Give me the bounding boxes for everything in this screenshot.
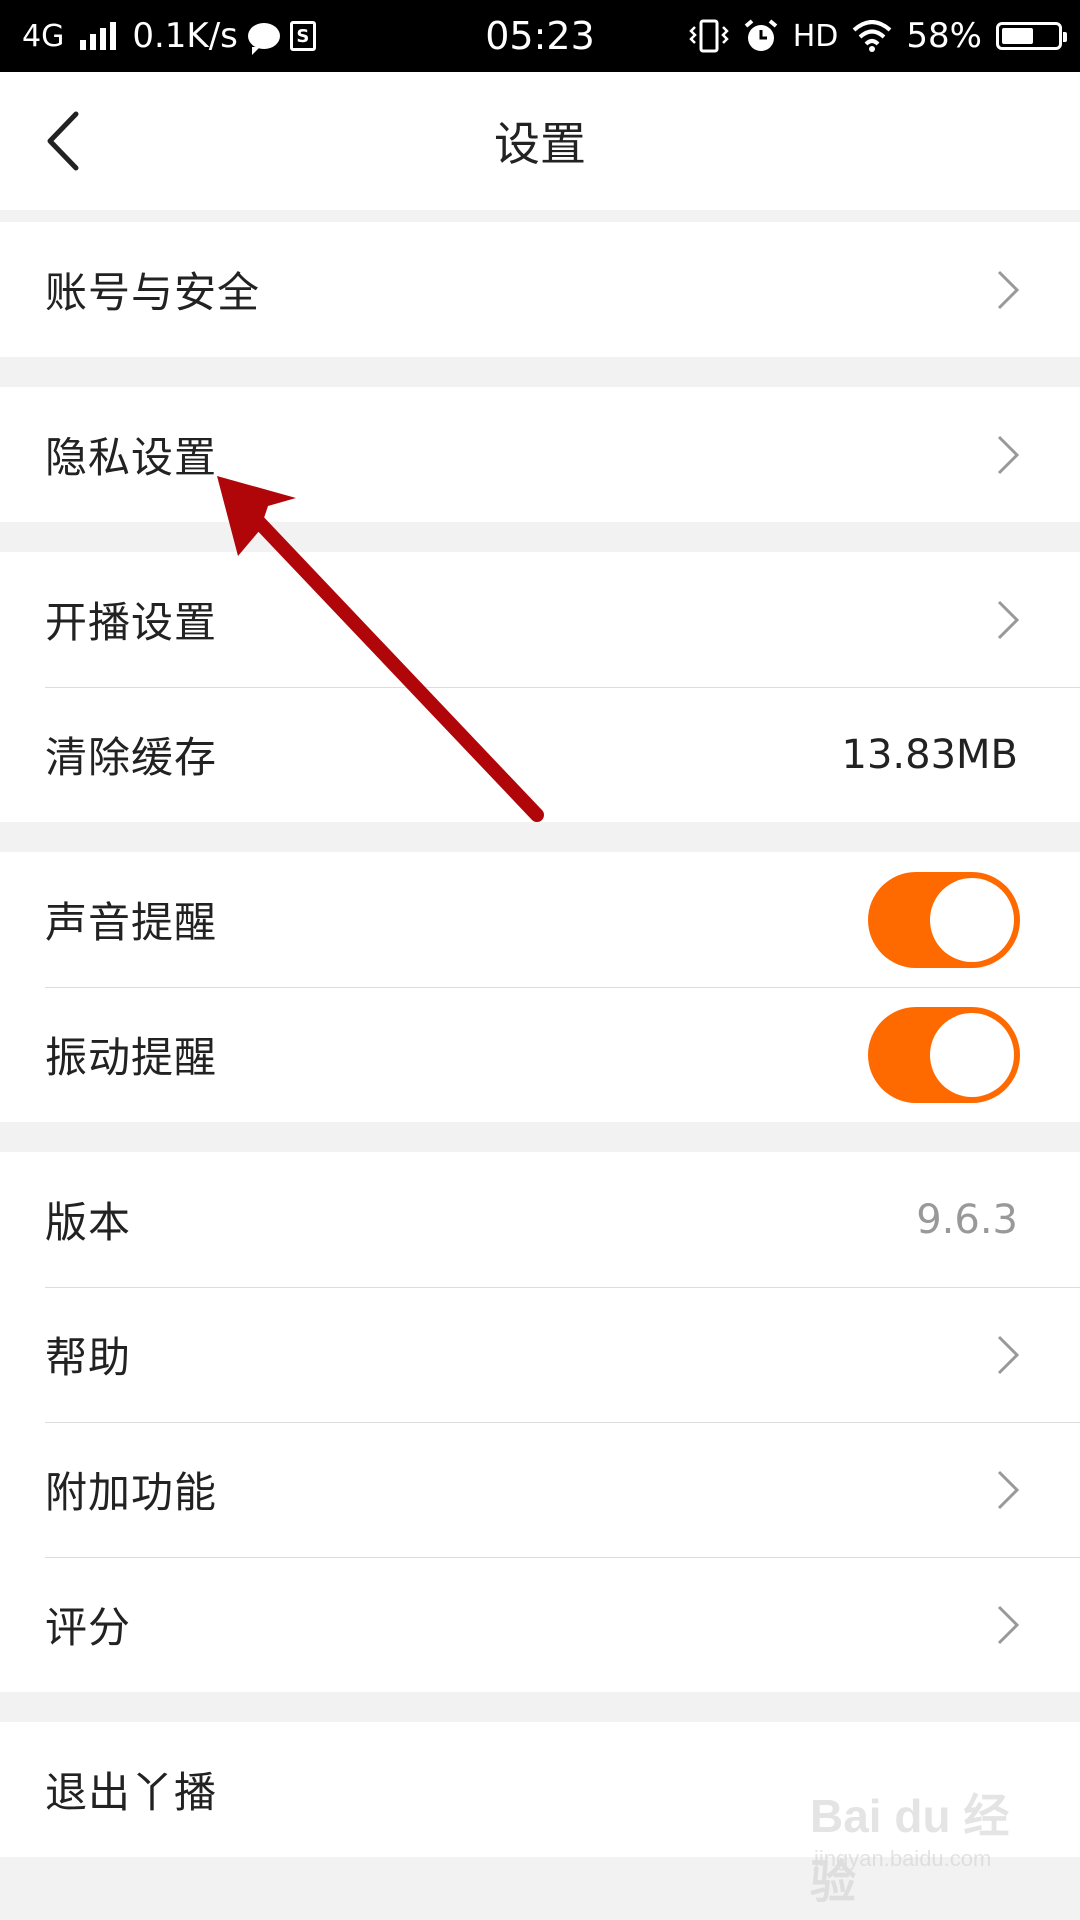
battery-icon <box>996 22 1067 50</box>
chevron-right-icon <box>997 600 1020 639</box>
account-security-label: 账号与安全 <box>45 268 261 317</box>
rate-label: 评分 <box>45 1603 132 1652</box>
chevron-right-icon <box>997 270 1020 309</box>
chevron-right-icon <box>997 1335 1020 1374</box>
baidu-watermark-logo: Bai du 经验 jingyan.baidu.com <box>810 1780 1020 1908</box>
privacy-settings-label: 隐私设置 <box>45 433 218 482</box>
hd-indicator: HD <box>792 18 839 54</box>
cache-size-value: 13.83MB <box>841 731 1018 778</box>
chevron-right-icon <box>997 435 1020 474</box>
status-right: HD 58% <box>688 0 1067 72</box>
battery-percent: 58% <box>906 16 982 56</box>
group-broadcast: 开播设置 清除缓存 13.83MB <box>0 552 1080 822</box>
account-security-item[interactable]: 账号与安全 <box>0 222 1080 357</box>
watermark-url: jingyan.baidu.com <box>814 1846 992 1871</box>
version-item: 版本 9.6.3 <box>0 1152 1080 1287</box>
wifi-icon <box>853 20 892 52</box>
toggle-knob <box>930 1012 1014 1097</box>
clear-cache-label: 清除缓存 <box>45 733 218 782</box>
logout-label: 退出丫播 <box>45 1768 218 1817</box>
sound-reminder-item: 声音提醒 <box>0 852 1080 987</box>
sound-reminder-label: 声音提醒 <box>45 898 218 947</box>
clear-cache-item[interactable]: 清除缓存 13.83MB <box>0 687 1080 822</box>
vibrate-reminder-toggle[interactable] <box>868 1006 1020 1103</box>
chevron-right-icon <box>997 1470 1020 1509</box>
group-privacy: 隐私设置 <box>0 387 1080 522</box>
addons-label: 附加功能 <box>45 1468 218 1517</box>
toggle-knob <box>930 877 1014 962</box>
addons-item[interactable]: 附加功能 <box>0 1422 1080 1557</box>
privacy-settings-item[interactable]: 隐私设置 <box>0 387 1080 522</box>
navigation-header: 设置 <box>0 72 1080 210</box>
group-about: 版本 9.6.3 帮助 附加功能 评分 <box>0 1152 1080 1692</box>
broadcast-settings-label: 开播设置 <box>45 598 218 647</box>
sound-reminder-toggle[interactable] <box>868 871 1020 968</box>
help-item[interactable]: 帮助 <box>0 1287 1080 1422</box>
alarm-icon <box>744 19 778 51</box>
help-label: 帮助 <box>45 1333 132 1382</box>
vibrate-reminder-item: 振动提醒 <box>0 987 1080 1122</box>
page-title: 设置 <box>494 117 586 171</box>
rate-item[interactable]: 评分 <box>0 1557 1080 1692</box>
group-account: 账号与安全 <box>0 222 1080 357</box>
broadcast-settings-item[interactable]: 开播设置 <box>0 552 1080 687</box>
group-notifications: 声音提醒 振动提醒 <box>0 852 1080 1122</box>
vibrate-reminder-label: 振动提醒 <box>45 1033 218 1082</box>
vibrate-icon <box>688 19 729 53</box>
version-label: 版本 <box>45 1198 132 1247</box>
version-value: 9.6.3 <box>916 1196 1018 1243</box>
status-bar: 4G 0.1K/s S 05:23 HD 58% <box>0 0 1080 72</box>
chevron-right-icon <box>997 1605 1020 1644</box>
